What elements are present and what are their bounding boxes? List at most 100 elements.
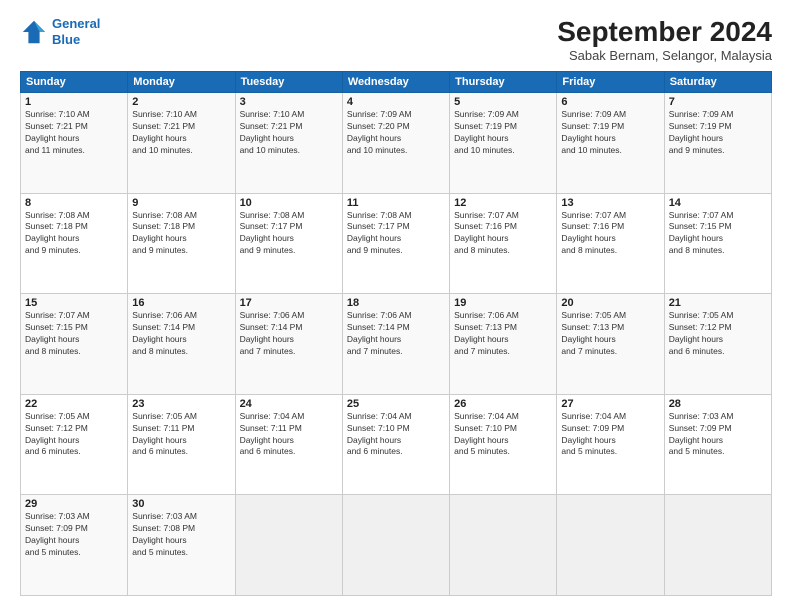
day-number: 9 <box>132 197 230 209</box>
table-row: 25 Sunrise: 7:04 AM Sunset: 7:10 PM Dayl… <box>342 394 449 495</box>
day-info: Sunrise: 7:06 AM Sunset: 7:14 PM Dayligh… <box>347 310 445 358</box>
day-number: 5 <box>454 96 552 108</box>
day-info: Sunrise: 7:09 AM Sunset: 7:19 PM Dayligh… <box>669 109 767 157</box>
day-info: Sunrise: 7:08 AM Sunset: 7:18 PM Dayligh… <box>132 210 230 258</box>
logo-icon <box>20 18 48 46</box>
week-row-1: 1 Sunrise: 7:10 AM Sunset: 7:21 PM Dayli… <box>21 93 772 194</box>
title-block: September 2024 Sabak Bernam, Selangor, M… <box>557 16 772 63</box>
day-info: Sunrise: 7:08 AM Sunset: 7:17 PM Dayligh… <box>347 210 445 258</box>
week-row-4: 22 Sunrise: 7:05 AM Sunset: 7:12 PM Dayl… <box>21 394 772 495</box>
day-info: Sunrise: 7:03 AM Sunset: 7:08 PM Dayligh… <box>132 511 230 559</box>
day-number: 20 <box>561 297 659 309</box>
table-row: 17 Sunrise: 7:06 AM Sunset: 7:14 PM Dayl… <box>235 294 342 395</box>
calendar-header-row: Sunday Monday Tuesday Wednesday Thursday… <box>21 72 772 93</box>
day-number: 21 <box>669 297 767 309</box>
header: General Blue September 2024 Sabak Bernam… <box>20 16 772 63</box>
table-row: 5 Sunrise: 7:09 AM Sunset: 7:19 PM Dayli… <box>450 93 557 194</box>
day-info: Sunrise: 7:06 AM Sunset: 7:13 PM Dayligh… <box>454 310 552 358</box>
table-row: 13 Sunrise: 7:07 AM Sunset: 7:16 PM Dayl… <box>557 193 664 294</box>
table-row: 24 Sunrise: 7:04 AM Sunset: 7:11 PM Dayl… <box>235 394 342 495</box>
header-thursday: Thursday <box>450 72 557 93</box>
day-info: Sunrise: 7:07 AM Sunset: 7:15 PM Dayligh… <box>25 310 123 358</box>
day-number: 29 <box>25 498 123 510</box>
logo-text: General Blue <box>52 16 100 47</box>
day-number: 13 <box>561 197 659 209</box>
day-number: 6 <box>561 96 659 108</box>
day-number: 10 <box>240 197 338 209</box>
table-row: 27 Sunrise: 7:04 AM Sunset: 7:09 PM Dayl… <box>557 394 664 495</box>
day-number: 25 <box>347 398 445 410</box>
header-monday: Monday <box>128 72 235 93</box>
table-row <box>235 495 342 596</box>
day-number: 27 <box>561 398 659 410</box>
table-row <box>342 495 449 596</box>
table-row: 11 Sunrise: 7:08 AM Sunset: 7:17 PM Dayl… <box>342 193 449 294</box>
day-info: Sunrise: 7:07 AM Sunset: 7:15 PM Dayligh… <box>669 210 767 258</box>
day-number: 2 <box>132 96 230 108</box>
table-row: 26 Sunrise: 7:04 AM Sunset: 7:10 PM Dayl… <box>450 394 557 495</box>
table-row: 16 Sunrise: 7:06 AM Sunset: 7:14 PM Dayl… <box>128 294 235 395</box>
day-number: 18 <box>347 297 445 309</box>
day-info: Sunrise: 7:06 AM Sunset: 7:14 PM Dayligh… <box>240 310 338 358</box>
header-friday: Friday <box>557 72 664 93</box>
day-info: Sunrise: 7:10 AM Sunset: 7:21 PM Dayligh… <box>240 109 338 157</box>
header-saturday: Saturday <box>664 72 771 93</box>
day-number: 16 <box>132 297 230 309</box>
day-number: 1 <box>25 96 123 108</box>
day-number: 12 <box>454 197 552 209</box>
location: Sabak Bernam, Selangor, Malaysia <box>557 48 772 63</box>
table-row: 21 Sunrise: 7:05 AM Sunset: 7:12 PM Dayl… <box>664 294 771 395</box>
day-number: 7 <box>669 96 767 108</box>
day-info: Sunrise: 7:03 AM Sunset: 7:09 PM Dayligh… <box>25 511 123 559</box>
table-row: 10 Sunrise: 7:08 AM Sunset: 7:17 PM Dayl… <box>235 193 342 294</box>
day-info: Sunrise: 7:06 AM Sunset: 7:14 PM Dayligh… <box>132 310 230 358</box>
day-number: 28 <box>669 398 767 410</box>
table-row: 15 Sunrise: 7:07 AM Sunset: 7:15 PM Dayl… <box>21 294 128 395</box>
day-number: 23 <box>132 398 230 410</box>
table-row: 28 Sunrise: 7:03 AM Sunset: 7:09 PM Dayl… <box>664 394 771 495</box>
page: General Blue September 2024 Sabak Bernam… <box>0 0 792 612</box>
table-row: 2 Sunrise: 7:10 AM Sunset: 7:21 PM Dayli… <box>128 93 235 194</box>
day-number: 19 <box>454 297 552 309</box>
day-number: 24 <box>240 398 338 410</box>
day-info: Sunrise: 7:07 AM Sunset: 7:16 PM Dayligh… <box>561 210 659 258</box>
day-info: Sunrise: 7:04 AM Sunset: 7:09 PM Dayligh… <box>561 411 659 459</box>
month-title: September 2024 <box>557 16 772 48</box>
day-info: Sunrise: 7:10 AM Sunset: 7:21 PM Dayligh… <box>25 109 123 157</box>
table-row: 9 Sunrise: 7:08 AM Sunset: 7:18 PM Dayli… <box>128 193 235 294</box>
day-info: Sunrise: 7:09 AM Sunset: 7:20 PM Dayligh… <box>347 109 445 157</box>
day-number: 30 <box>132 498 230 510</box>
week-row-5: 29 Sunrise: 7:03 AM Sunset: 7:09 PM Dayl… <box>21 495 772 596</box>
day-info: Sunrise: 7:05 AM Sunset: 7:12 PM Dayligh… <box>669 310 767 358</box>
header-sunday: Sunday <box>21 72 128 93</box>
day-info: Sunrise: 7:05 AM Sunset: 7:13 PM Dayligh… <box>561 310 659 358</box>
table-row <box>450 495 557 596</box>
table-row: 22 Sunrise: 7:05 AM Sunset: 7:12 PM Dayl… <box>21 394 128 495</box>
day-number: 4 <box>347 96 445 108</box>
table-row: 12 Sunrise: 7:07 AM Sunset: 7:16 PM Dayl… <box>450 193 557 294</box>
logo-blue: Blue <box>52 32 80 47</box>
day-info: Sunrise: 7:05 AM Sunset: 7:11 PM Dayligh… <box>132 411 230 459</box>
table-row: 19 Sunrise: 7:06 AM Sunset: 7:13 PM Dayl… <box>450 294 557 395</box>
table-row: 18 Sunrise: 7:06 AM Sunset: 7:14 PM Dayl… <box>342 294 449 395</box>
day-info: Sunrise: 7:08 AM Sunset: 7:17 PM Dayligh… <box>240 210 338 258</box>
day-number: 3 <box>240 96 338 108</box>
day-info: Sunrise: 7:09 AM Sunset: 7:19 PM Dayligh… <box>561 109 659 157</box>
table-row: 29 Sunrise: 7:03 AM Sunset: 7:09 PM Dayl… <box>21 495 128 596</box>
day-info: Sunrise: 7:04 AM Sunset: 7:11 PM Dayligh… <box>240 411 338 459</box>
day-number: 22 <box>25 398 123 410</box>
day-number: 14 <box>669 197 767 209</box>
day-number: 15 <box>25 297 123 309</box>
day-info: Sunrise: 7:08 AM Sunset: 7:18 PM Dayligh… <box>25 210 123 258</box>
day-info: Sunrise: 7:07 AM Sunset: 7:16 PM Dayligh… <box>454 210 552 258</box>
logo-general: General <box>52 16 100 31</box>
calendar-table: Sunday Monday Tuesday Wednesday Thursday… <box>20 71 772 596</box>
day-info: Sunrise: 7:05 AM Sunset: 7:12 PM Dayligh… <box>25 411 123 459</box>
table-row: 7 Sunrise: 7:09 AM Sunset: 7:19 PM Dayli… <box>664 93 771 194</box>
table-row: 6 Sunrise: 7:09 AM Sunset: 7:19 PM Dayli… <box>557 93 664 194</box>
table-row: 30 Sunrise: 7:03 AM Sunset: 7:08 PM Dayl… <box>128 495 235 596</box>
day-number: 26 <box>454 398 552 410</box>
day-info: Sunrise: 7:04 AM Sunset: 7:10 PM Dayligh… <box>454 411 552 459</box>
table-row: 14 Sunrise: 7:07 AM Sunset: 7:15 PM Dayl… <box>664 193 771 294</box>
table-row: 23 Sunrise: 7:05 AM Sunset: 7:11 PM Dayl… <box>128 394 235 495</box>
